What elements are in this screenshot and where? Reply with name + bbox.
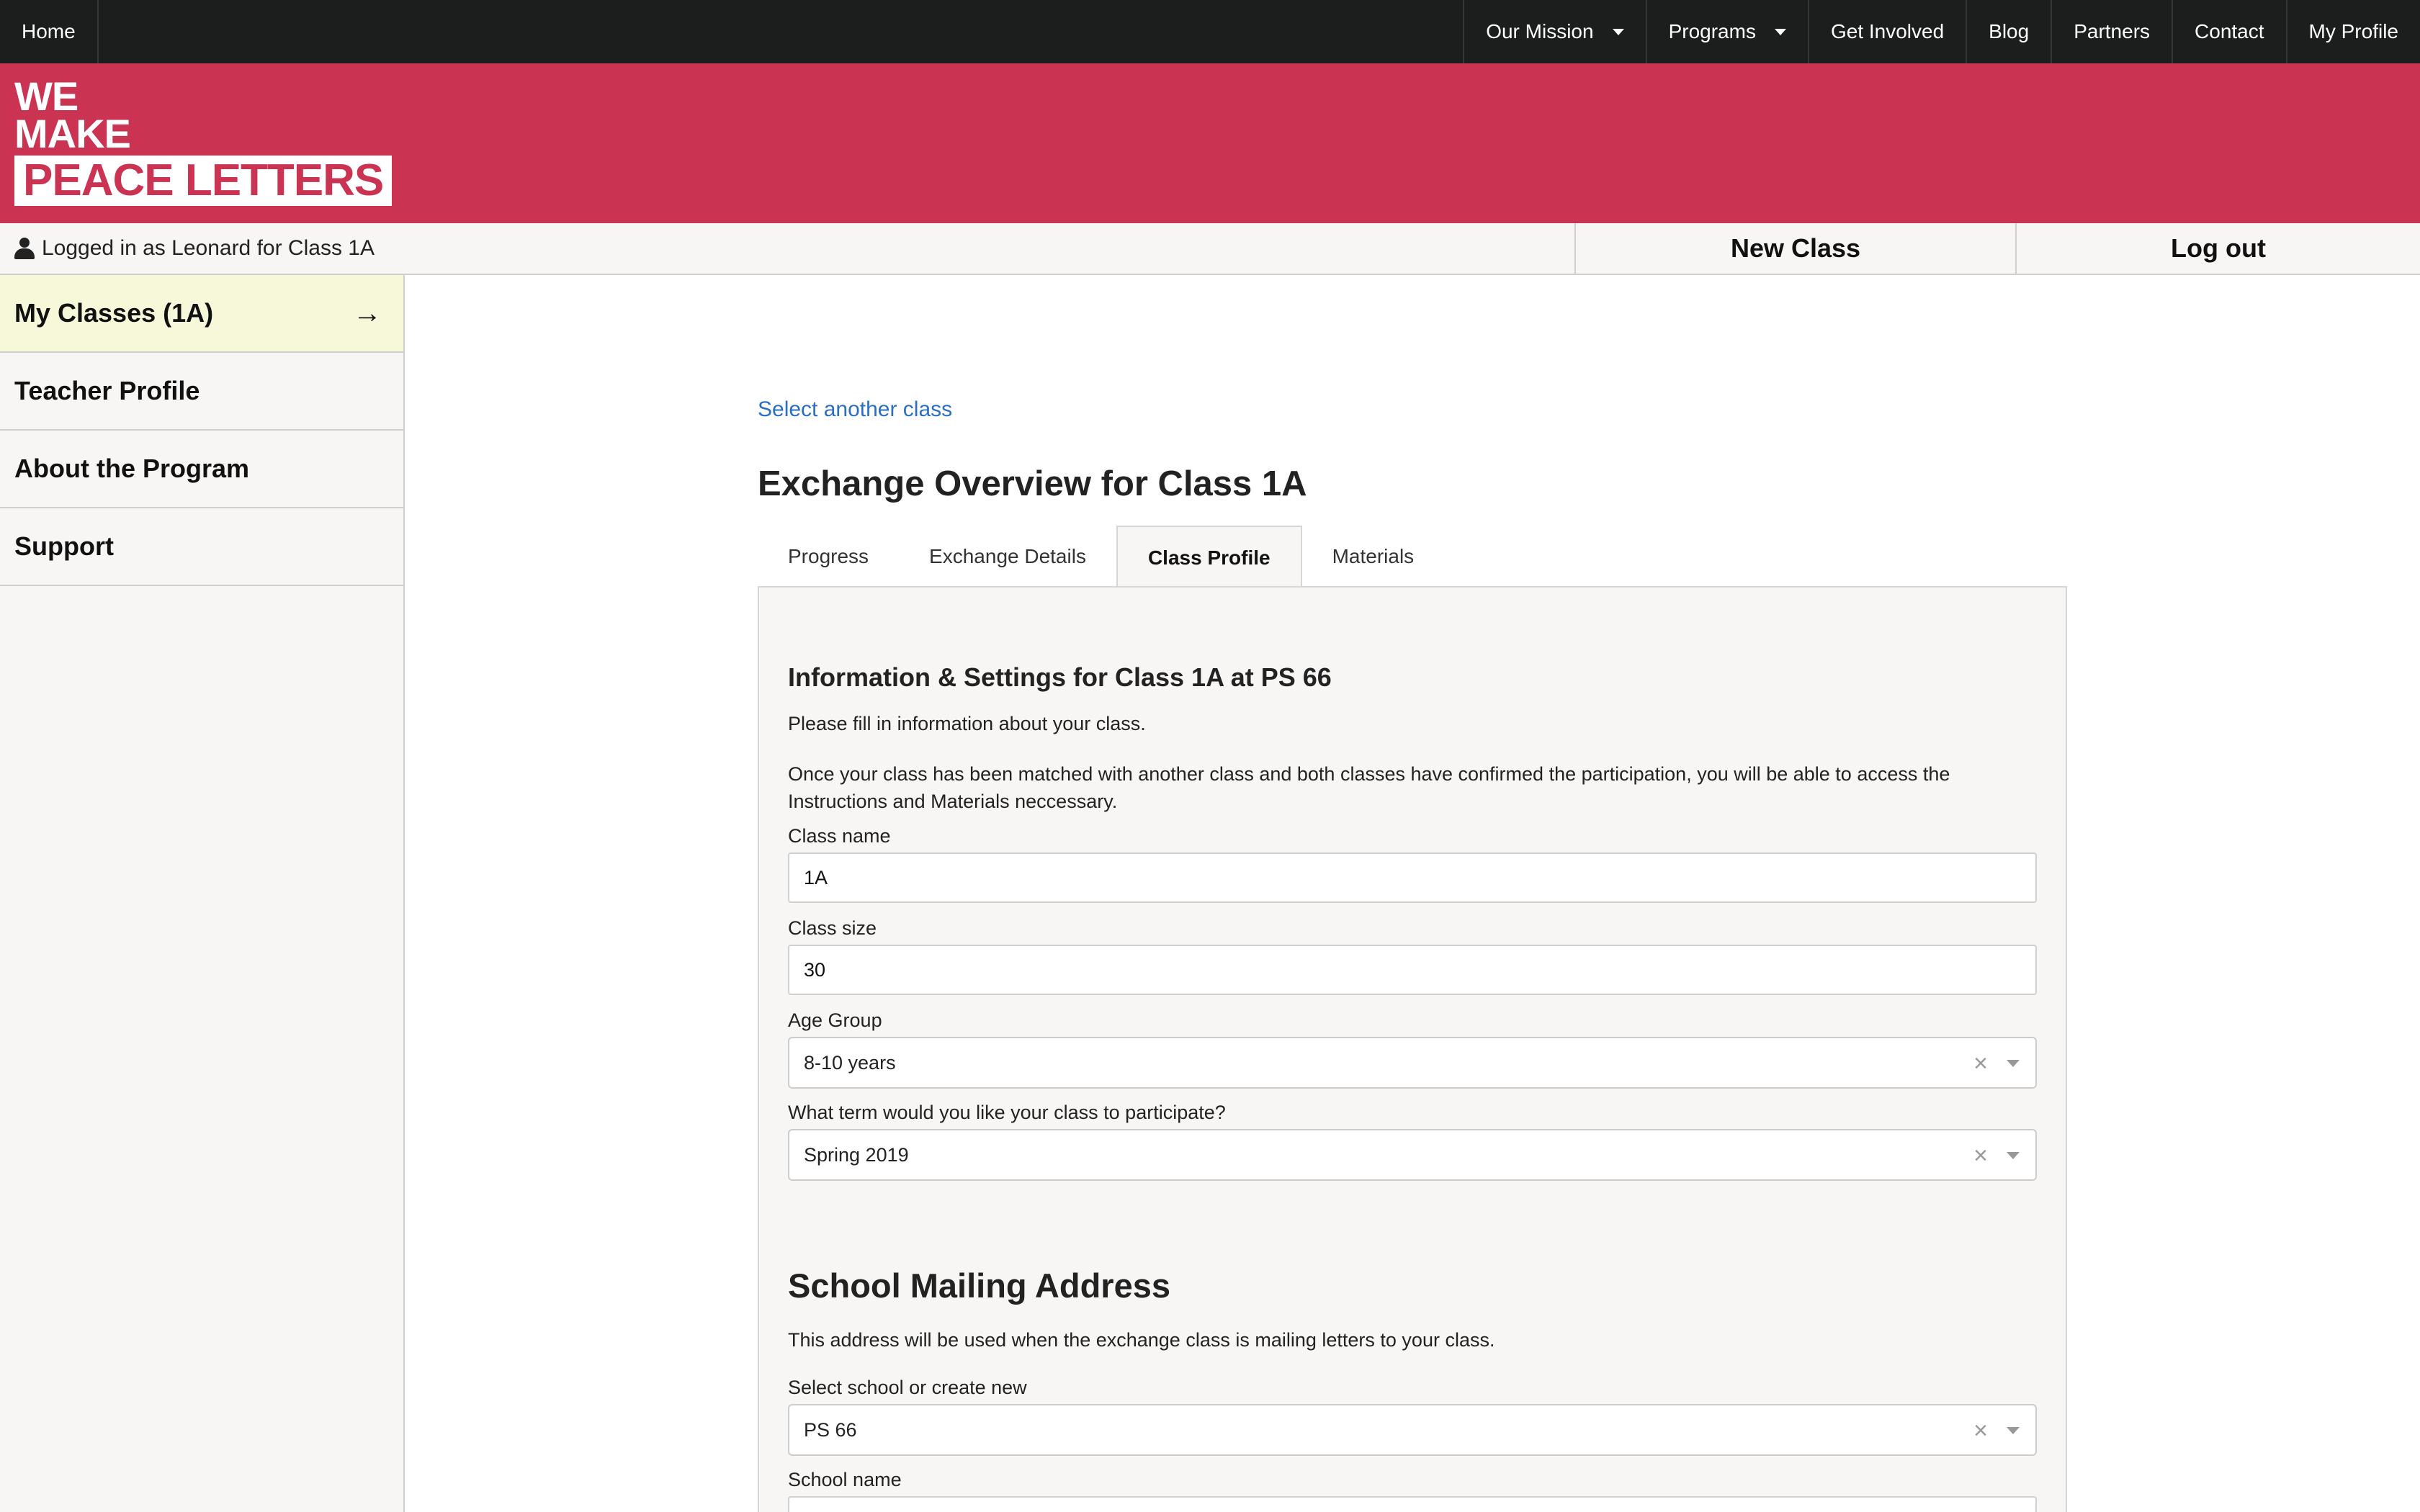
arrow-right-icon: → xyxy=(353,297,382,329)
chevron-down-icon[interactable] xyxy=(2007,1060,2020,1067)
sidebar-item-label: Teacher Profile xyxy=(14,376,200,405)
tab-class-profile[interactable]: Class Profile xyxy=(1116,526,1302,589)
class-size-input[interactable]: 30 xyxy=(788,945,2037,995)
site-logo[interactable]: WE MAKE PEACE LETTERS xyxy=(14,73,393,206)
sidebar-item-label: Support xyxy=(14,531,114,561)
school-select[interactable]: PS 66 × xyxy=(788,1404,2037,1456)
nav-our-mission-label: Our Mission xyxy=(1486,20,1594,42)
nav-get-involved[interactable]: Get Involved xyxy=(1807,0,1966,63)
brand-header: WE MAKE PEACE LETTERS xyxy=(0,63,2420,223)
new-class-button[interactable]: New Class xyxy=(1574,223,2015,274)
school-select-value: PS 66 xyxy=(804,1418,857,1441)
user-icon xyxy=(14,238,35,259)
logo-line-1: WE xyxy=(14,73,79,119)
select-another-class-link[interactable]: Select another class xyxy=(758,397,952,422)
class-name-label: Class name xyxy=(788,825,891,847)
school-address-heading: School Mailing Address xyxy=(788,1266,1170,1305)
term-select[interactable]: Spring 2019 × xyxy=(788,1129,2037,1181)
sidebar-item-support[interactable]: Support xyxy=(0,508,403,586)
tab-bar: Progress Exchange Details Class Profile … xyxy=(758,526,1445,589)
page-title: Exchange Overview for Class 1A xyxy=(758,464,1307,503)
logged-in-status: Logged in as Leonard for Class 1A xyxy=(0,223,1574,274)
class-size-value: 30 xyxy=(804,958,826,981)
sidebar-item-label: About the Program xyxy=(14,454,250,483)
caret-down-icon xyxy=(1774,28,1786,35)
clear-icon[interactable]: × xyxy=(1973,1418,1988,1443)
caret-down-icon xyxy=(1612,28,1624,35)
school-select-label: Select school or create new xyxy=(788,1377,1027,1398)
top-navigation: Home Our Mission Programs Get Involved B… xyxy=(0,0,2420,63)
class-size-label: Class size xyxy=(788,917,877,939)
term-value: Spring 2019 xyxy=(804,1143,909,1166)
clear-icon[interactable]: × xyxy=(1973,1051,1988,1076)
status-bar: Logged in as Leonard for Class 1A New Cl… xyxy=(0,223,2420,275)
logged-in-text: Logged in as Leonard for Class 1A xyxy=(42,236,375,260)
info-settings-heading: Information & Settings for Class 1A at P… xyxy=(788,662,1332,692)
class-profile-panel: Information & Settings for Class 1A at P… xyxy=(758,586,2067,1512)
chevron-down-icon[interactable] xyxy=(2007,1427,2020,1434)
age-group-value: 8-10 years xyxy=(804,1051,896,1074)
nav-our-mission[interactable]: Our Mission xyxy=(1463,0,1645,63)
school-name-label: School name xyxy=(788,1469,902,1490)
nav-programs-label: Programs xyxy=(1668,20,1756,42)
nav-right-group: Our Mission Programs Get Involved Blog P… xyxy=(1463,0,2420,63)
intro-text: Please fill in information about your cl… xyxy=(788,713,1146,734)
age-group-label: Age Group xyxy=(788,1009,882,1031)
tab-exchange-details[interactable]: Exchange Details xyxy=(899,526,1116,588)
nav-my-profile[interactable]: My Profile xyxy=(2285,0,2420,63)
nav-programs[interactable]: Programs xyxy=(1645,0,1808,63)
logo-line-2: MAKE xyxy=(14,111,131,156)
term-label: What term would you like your class to p… xyxy=(788,1102,1226,1123)
notice-text: Once your class has been matched with an… xyxy=(788,763,1950,812)
tab-progress[interactable]: Progress xyxy=(758,526,899,588)
log-out-button[interactable]: Log out xyxy=(2015,223,2420,274)
logo-line-3: PEACE LETTERS xyxy=(14,156,393,206)
class-name-input[interactable]: 1A xyxy=(788,852,2037,903)
class-name-value: 1A xyxy=(804,866,828,888)
nav-contact[interactable]: Contact xyxy=(2172,0,2286,63)
sidebar-item-my-classes[interactable]: My Classes (1A) → xyxy=(0,275,403,353)
chevron-down-icon[interactable] xyxy=(2007,1152,2020,1159)
nav-blog[interactable]: Blog xyxy=(1966,0,2051,63)
school-name-input[interactable] xyxy=(788,1496,2037,1512)
age-group-select[interactable]: 8-10 years × xyxy=(788,1037,2037,1089)
sidebar: My Classes (1A) → Teacher Profile About … xyxy=(0,275,405,1512)
sidebar-item-teacher-profile[interactable]: Teacher Profile xyxy=(0,353,403,431)
tab-materials[interactable]: Materials xyxy=(1302,526,1445,588)
sidebar-item-label: My Classes (1A) xyxy=(14,298,214,328)
address-note: This address will be used when the excha… xyxy=(788,1329,1495,1351)
nav-home-link[interactable]: Home xyxy=(0,0,99,63)
clear-icon[interactable]: × xyxy=(1973,1143,1988,1168)
nav-partners[interactable]: Partners xyxy=(2051,0,2172,63)
sidebar-item-about-program[interactable]: About the Program xyxy=(0,431,403,508)
